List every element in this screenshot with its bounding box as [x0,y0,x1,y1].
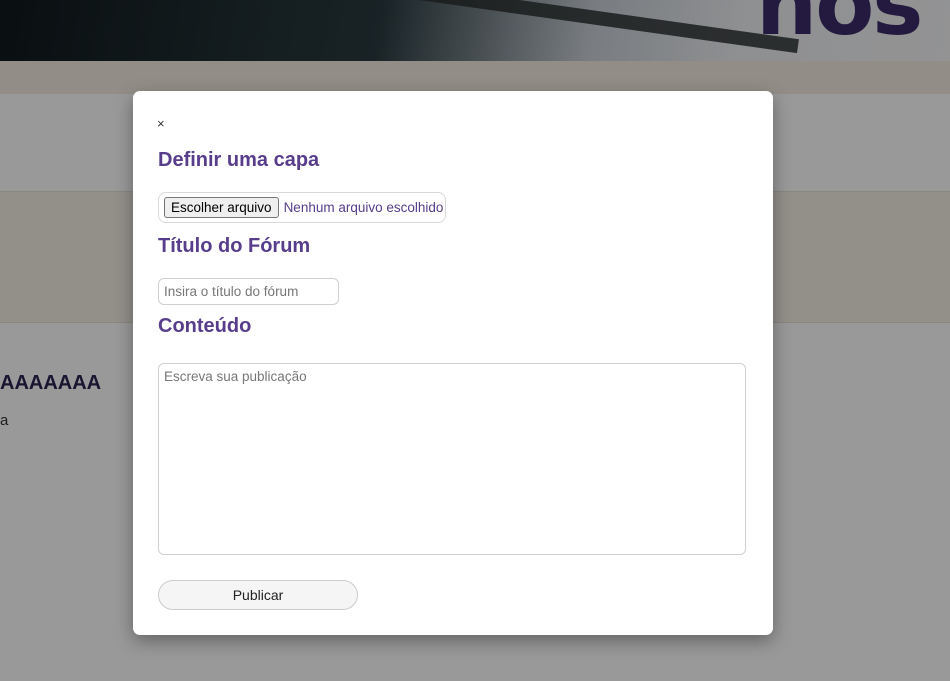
cover-file-input[interactable]: Escolher arquivo Nenhum arquivo escolhid… [158,192,446,223]
publish-button[interactable]: Publicar [158,580,358,610]
forum-title-heading: Título do Fórum [158,235,311,257]
content-textarea[interactable] [158,363,746,555]
close-button[interactable]: × [157,117,165,130]
choose-file-button[interactable]: Escolher arquivo [164,197,279,218]
cover-heading: Definir uma capa [158,149,320,171]
content-heading: Conteúdo [158,315,252,337]
forum-title-input[interactable] [158,278,339,305]
create-forum-modal: × Definir uma capa Escolher arquivo Nenh… [133,91,773,635]
file-status-text: Nenhum arquivo escolhido [283,200,444,215]
